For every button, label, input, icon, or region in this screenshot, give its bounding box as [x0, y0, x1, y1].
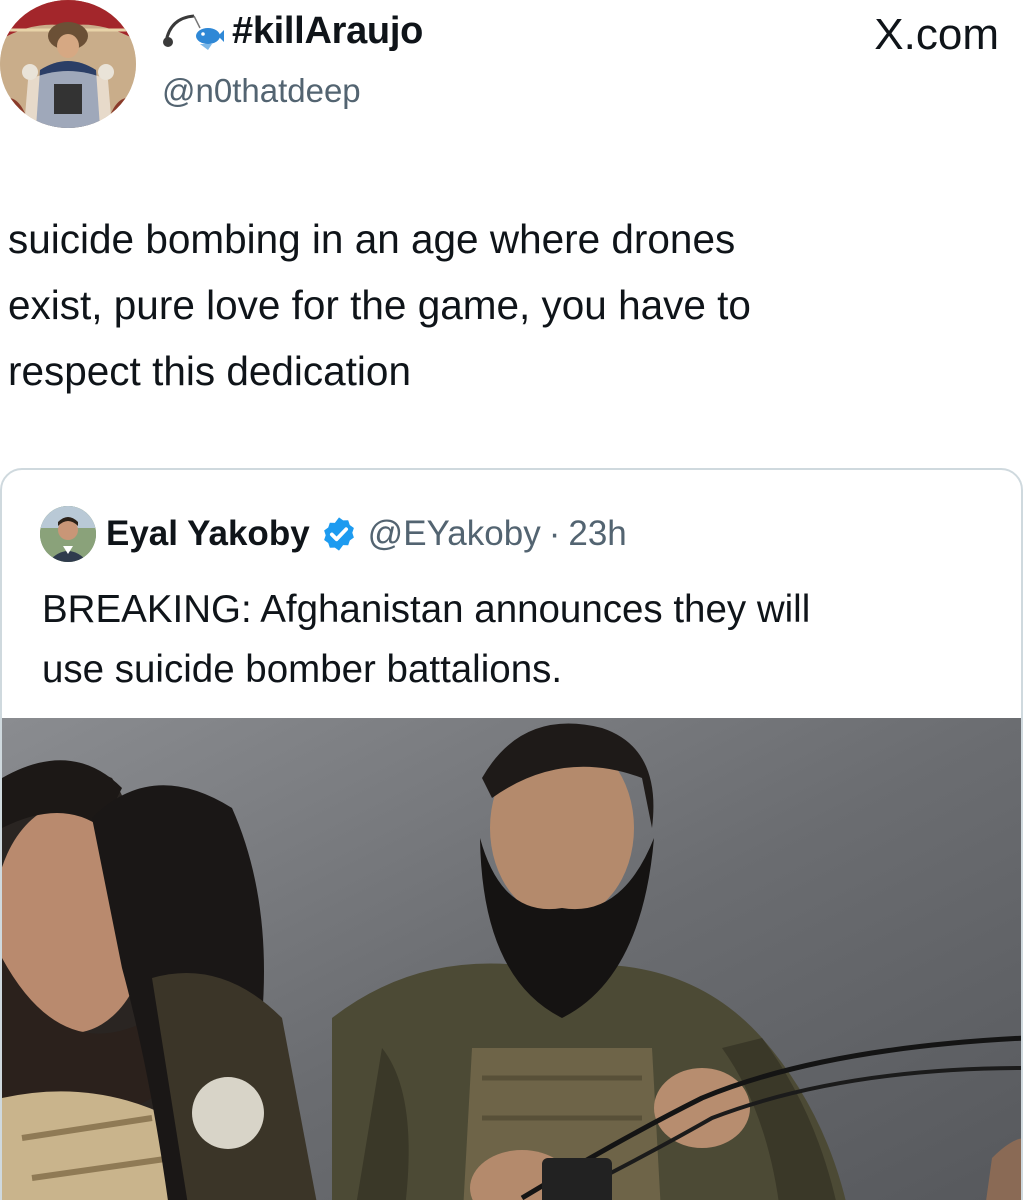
quoted-tweet-time[interactable]: 23h [568, 514, 626, 554]
author-name-row[interactable]: #killAraujo [160, 10, 423, 53]
quoted-author-name[interactable]: Eyal Yakoby [106, 514, 310, 554]
author-handle[interactable]: @n0thatdeep [162, 72, 361, 110]
quoted-author-handle[interactable]: @EYakoby [368, 514, 541, 554]
site-label: X.com [874, 10, 999, 59]
screenshot-page: #killAraujo @n0thatdeep X.com suicide bo… [0, 0, 1023, 1200]
tweet-line: respect this dedication [8, 348, 411, 394]
quoted-tweet-line: BREAKING: Afghanistan announces they wil… [42, 588, 811, 631]
quoted-tweet-header: Eyal Yakoby @EYakoby · 23h [40, 506, 627, 562]
verified-badge-icon [320, 515, 358, 553]
photo-illustration [2, 718, 1021, 1200]
author-avatar-image [0, 0, 136, 128]
quoted-tweet-text: BREAKING: Afghanistan announces they wil… [42, 580, 1002, 700]
quoted-tweet-card[interactable]: Eyal Yakoby @EYakoby · 23h BREAKING: Afg… [0, 468, 1023, 1200]
author-avatar[interactable] [0, 0, 136, 128]
quoted-tweet-photo[interactable] [2, 718, 1021, 1200]
author-display-name: #killAraujo [232, 10, 423, 52]
tweet-text: suicide bombing in an age where drones e… [8, 206, 998, 404]
tweet-line: suicide bombing in an age where drones [8, 216, 736, 262]
header-separator: · [548, 514, 561, 553]
tweet-line: exist, pure love for the game, you have … [8, 282, 751, 328]
quoted-author-avatar[interactable] [40, 506, 96, 562]
quoted-tweet-line: use suicide bomber battalions. [42, 648, 563, 691]
fishing-rod-icon [160, 12, 224, 52]
